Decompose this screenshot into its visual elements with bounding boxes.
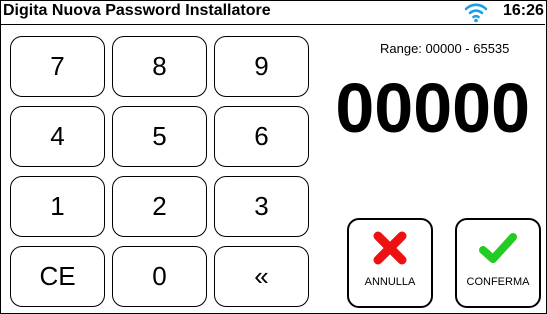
key-clear-entry[interactable]: CE: [10, 246, 105, 307]
password-display: 00000: [335, 69, 530, 147]
confirm-button[interactable]: CONFERMA: [455, 218, 541, 308]
key-2[interactable]: 2: [112, 176, 207, 237]
confirm-button-label: CONFERMA: [466, 276, 530, 288]
cancel-button[interactable]: ANNULLA: [347, 218, 433, 308]
key-0[interactable]: 0: [112, 246, 207, 307]
cancel-button-label: ANNULLA: [364, 276, 416, 288]
key-5[interactable]: 5: [112, 106, 207, 167]
key-3[interactable]: 3: [214, 176, 309, 237]
key-4[interactable]: 4: [10, 106, 105, 167]
key-8[interactable]: 8: [112, 36, 207, 97]
title-bar: Digita Nuova Password Installatore 16:26: [0, 0, 545, 25]
key-6[interactable]: 6: [214, 106, 309, 167]
range-label: Range: 00000 - 65535: [380, 41, 510, 56]
key-7[interactable]: 7: [10, 36, 105, 97]
clock-time: 16:26: [503, 2, 544, 19]
check-icon: [477, 228, 519, 273]
page-title: Digita Nuova Password Installatore: [3, 2, 271, 19]
key-1[interactable]: 1: [10, 176, 105, 237]
x-icon: [370, 228, 410, 273]
key-9[interactable]: 9: [214, 36, 309, 97]
wifi-icon: [464, 1, 488, 23]
key-backspace[interactable]: «: [214, 246, 309, 307]
